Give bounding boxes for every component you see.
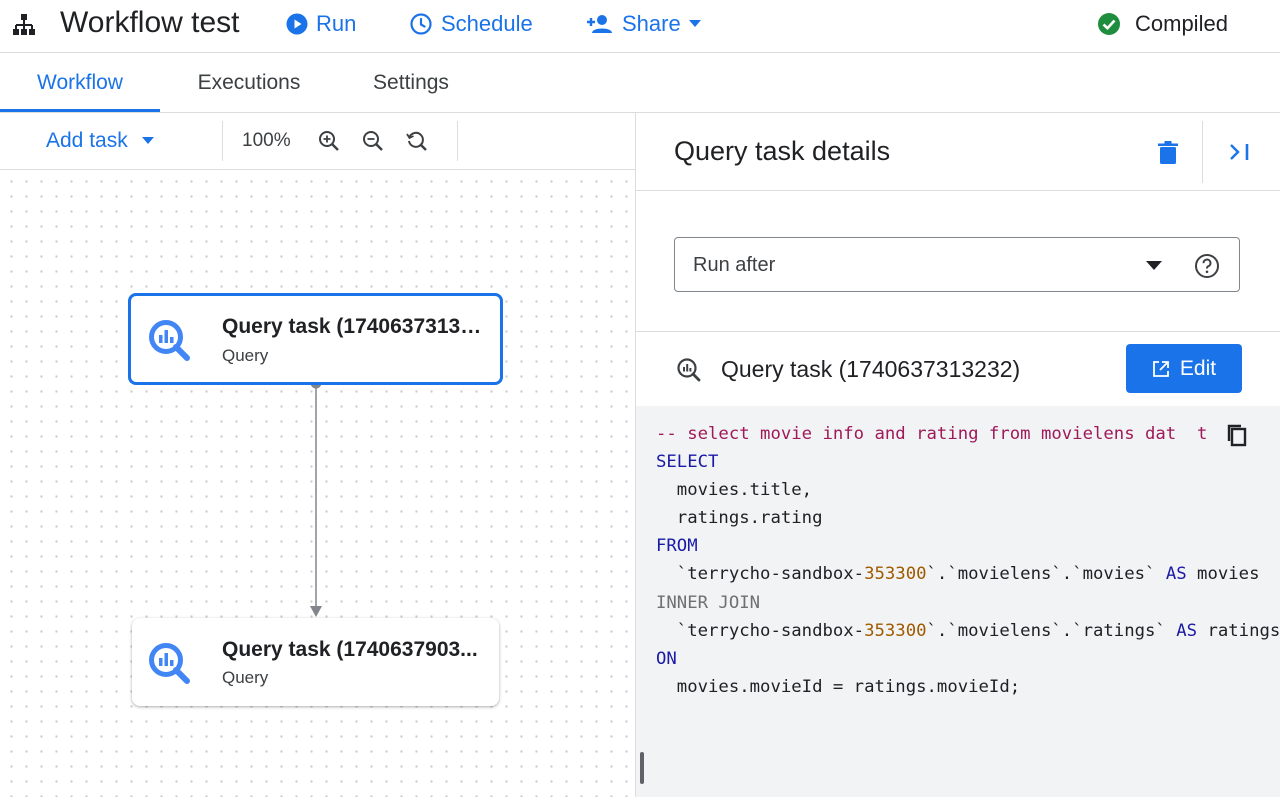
code-keyword: AS bbox=[1165, 564, 1187, 585]
help-icon[interactable] bbox=[1194, 253, 1220, 279]
bigquery-icon bbox=[676, 357, 702, 383]
code-line: `.`movielens`.`movies` bbox=[926, 564, 1166, 585]
code-line: movies.movieId = ratings.movieId; bbox=[656, 676, 1021, 697]
workflow-canvas[interactable]: Query task (1740637313232) Query Query t… bbox=[0, 170, 635, 797]
code-comment: -- select movie info and rating from mov… bbox=[656, 424, 1177, 444]
code-line: movies.title, bbox=[656, 480, 813, 501]
run-after-select[interactable]: Run after bbox=[674, 237, 1240, 292]
sql-code: -- select movie info and rating from mov… bbox=[656, 420, 1280, 701]
play-icon bbox=[286, 13, 308, 35]
compile-status: Compiled bbox=[1097, 0, 1228, 48]
tab-settings[interactable]: Settings bbox=[350, 53, 472, 112]
code-keyword: AS bbox=[1176, 620, 1198, 641]
bigquery-icon bbox=[147, 641, 191, 685]
code-line: `.`movielens`.`ratings` bbox=[926, 620, 1177, 641]
edit-label: Edit bbox=[1179, 356, 1217, 380]
open-in-new-icon bbox=[1152, 360, 1170, 378]
caret-down-icon bbox=[141, 137, 154, 145]
edit-button[interactable]: Edit bbox=[1126, 344, 1242, 393]
code-keyword: FROM bbox=[656, 536, 698, 557]
zoom-in-icon bbox=[317, 129, 341, 153]
canvas-toolbar: Add task 100% bbox=[0, 113, 635, 170]
zoom-reset-button[interactable] bbox=[403, 127, 431, 155]
collapse-panel-button[interactable] bbox=[1224, 137, 1254, 167]
task-node-1[interactable]: Query task (1740637313232) Query bbox=[128, 293, 503, 385]
task-name: Query task (1740637313232) bbox=[721, 355, 1021, 382]
run-after-label: Run after bbox=[693, 254, 776, 276]
schedule-label: Schedule bbox=[441, 11, 533, 36]
resize-handle[interactable] bbox=[640, 752, 644, 784]
toolbar-divider bbox=[222, 121, 223, 161]
code-number: 353300 bbox=[864, 620, 927, 641]
tab-executions[interactable]: Executions bbox=[172, 53, 326, 112]
code-keyword: SELECT bbox=[656, 452, 719, 473]
zoom-level: 100% bbox=[242, 130, 291, 151]
node-type: Query bbox=[222, 346, 269, 365]
details-header: Query task details bbox=[636, 113, 1280, 191]
status-label: Compiled bbox=[1135, 11, 1228, 36]
bigquery-icon bbox=[147, 318, 191, 362]
delete-button[interactable] bbox=[1154, 139, 1182, 167]
copy-icon bbox=[1226, 423, 1248, 447]
share-label: Share bbox=[622, 11, 681, 36]
tab-bar: Workflow Executions Settings bbox=[0, 53, 1280, 113]
person-add-icon bbox=[586, 13, 614, 35]
code-number: 353300 bbox=[864, 564, 927, 585]
node-title: Query task (1740637313232) bbox=[222, 315, 488, 338]
workflow-icon bbox=[11, 12, 37, 38]
check-circle-icon bbox=[1097, 12, 1121, 36]
tab-workflow[interactable]: Workflow bbox=[0, 53, 160, 112]
add-task-button[interactable]: Add task bbox=[46, 113, 154, 169]
share-button[interactable]: Share bbox=[586, 0, 701, 48]
clock-icon bbox=[409, 12, 433, 36]
run-label: Run bbox=[316, 11, 357, 36]
code-comment-tail: t bbox=[1197, 424, 1208, 444]
zoom-out-icon bbox=[361, 129, 385, 153]
delete-icon bbox=[1157, 141, 1179, 165]
toolbar-divider bbox=[457, 121, 458, 161]
schedule-button[interactable]: Schedule bbox=[409, 0, 533, 48]
code-line: `terrycho-sandbox- bbox=[656, 564, 865, 585]
workflow-title: Workflow test bbox=[60, 6, 240, 39]
header-divider bbox=[1202, 121, 1203, 183]
run-button[interactable]: Run bbox=[286, 0, 356, 48]
details-title: Query task details bbox=[674, 136, 891, 166]
code-line: `terrycho-sandbox- bbox=[656, 620, 865, 641]
zoom-reset-icon bbox=[405, 129, 429, 153]
zoom-out-button[interactable] bbox=[359, 127, 387, 155]
copy-button[interactable] bbox=[1224, 422, 1250, 448]
section-divider bbox=[636, 331, 1280, 332]
sql-code-viewer[interactable]: -- select movie info and rating from mov… bbox=[636, 406, 1280, 797]
zoom-in-button[interactable] bbox=[315, 127, 343, 155]
node-title: Query task (1740637903... bbox=[222, 638, 478, 661]
code-line: movies bbox=[1186, 564, 1260, 585]
code-line: ratings.rating bbox=[656, 508, 823, 529]
app-header: Workflow test Run Schedule Share Compile… bbox=[0, 0, 1280, 53]
code-keyword: ON bbox=[656, 648, 677, 669]
caret-down-icon bbox=[688, 20, 701, 28]
caret-down-icon bbox=[1146, 261, 1162, 271]
collapse-panel-icon bbox=[1227, 140, 1251, 164]
node-type: Query bbox=[222, 668, 269, 687]
task-node-2[interactable]: Query task (1740637903... Query bbox=[132, 618, 499, 706]
code-line: ratings bbox=[1197, 620, 1280, 641]
code-keyword: INNER JOIN bbox=[656, 592, 761, 613]
add-task-label: Add task bbox=[46, 129, 128, 152]
